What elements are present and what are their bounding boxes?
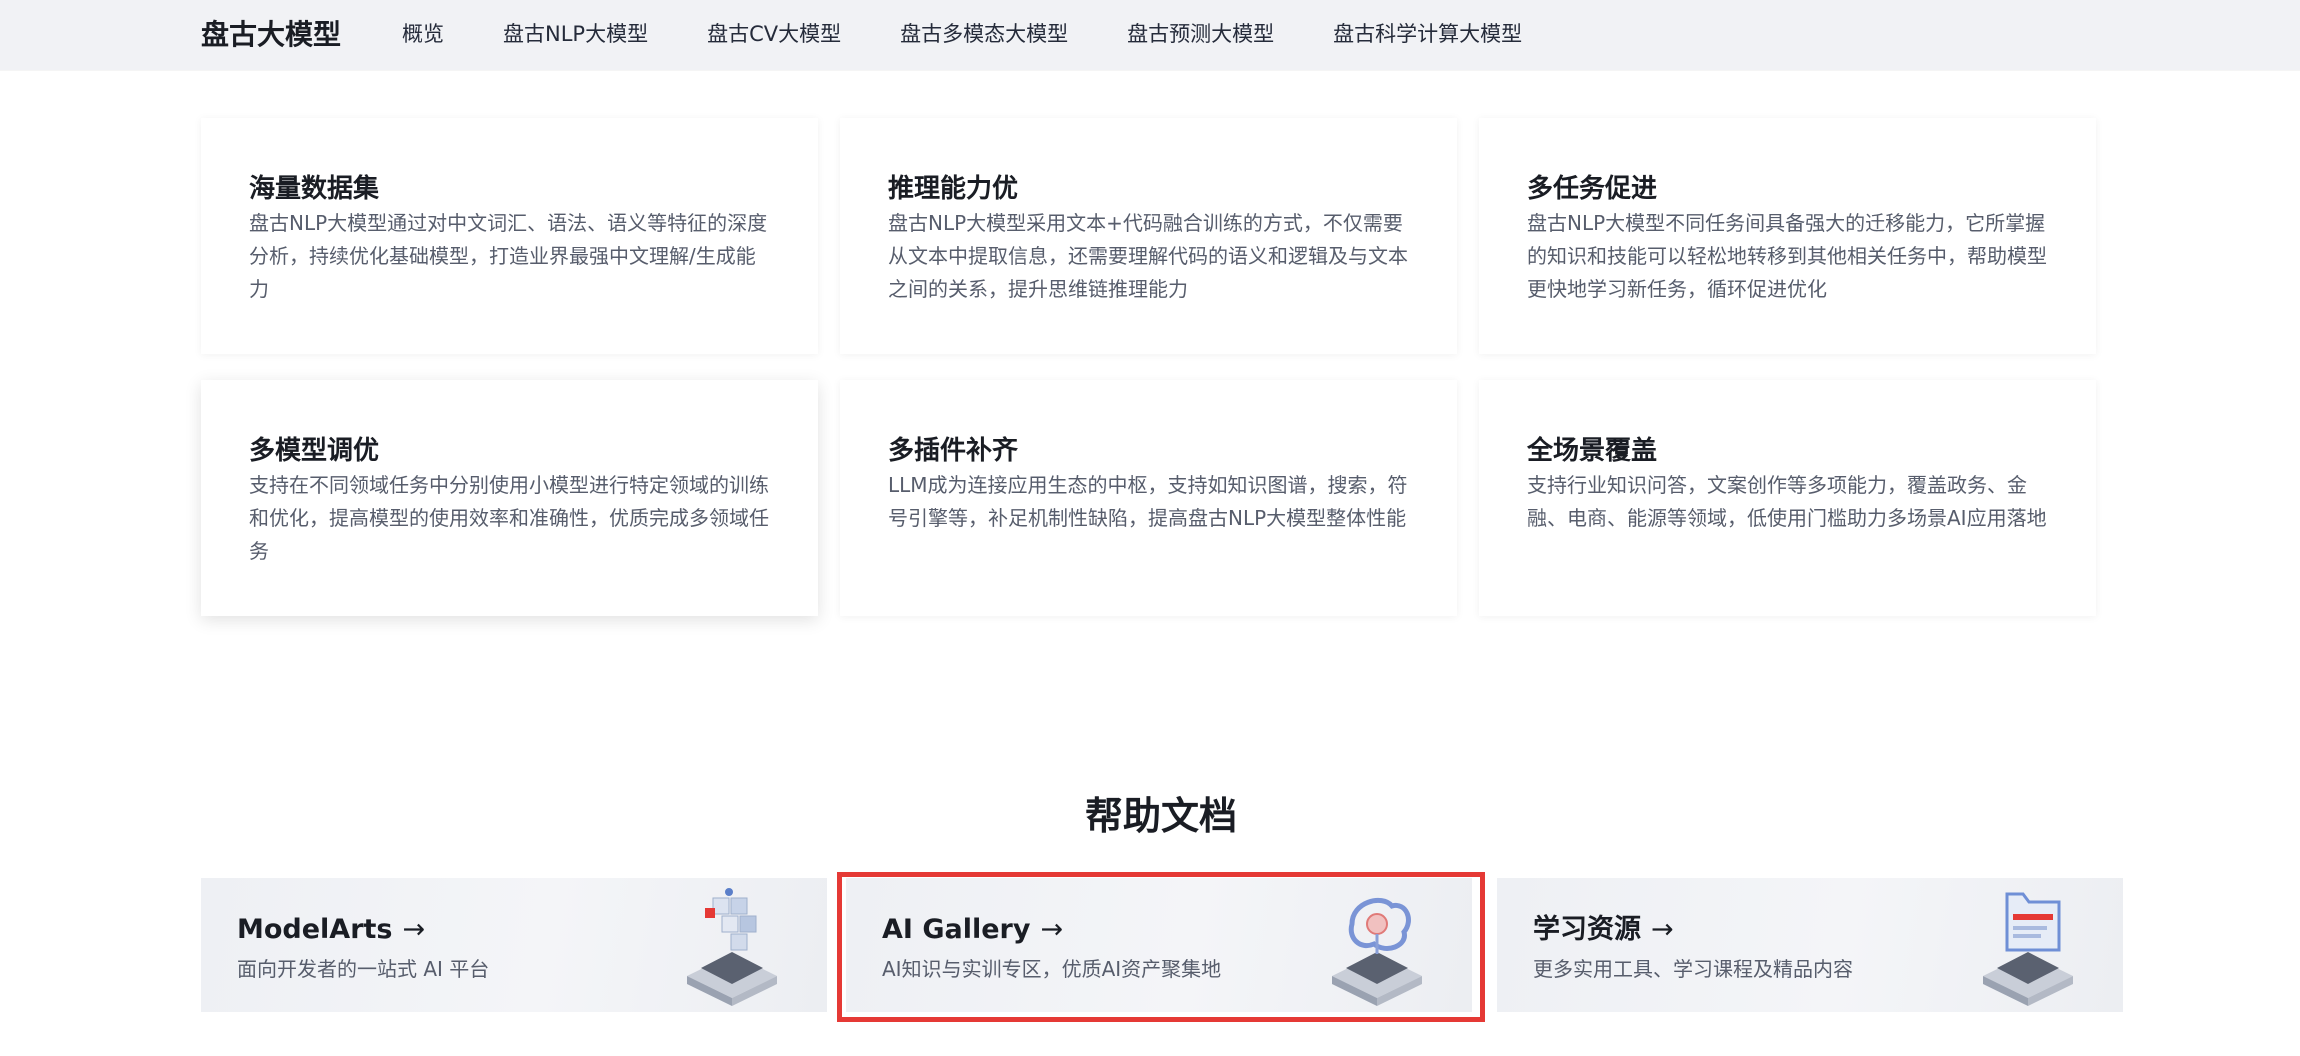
- feature-title: 海量数据集: [249, 174, 380, 204]
- help-card-learning-resources[interactable]: 学习资源 → 更多实用工具、学习课程及精品内容: [1497, 878, 2123, 1012]
- feature-description: 支持在不同领域任务中分别使用小模型进行特定领域的训练和优化，提高模型的使用效率和…: [249, 473, 769, 563]
- brand-title[interactable]: 盘古大模型: [201, 13, 341, 53]
- help-card-modelarts[interactable]: ModelArts → 面向开发者的一站式 AI 平台: [201, 878, 827, 1012]
- feature-card-plugins: 多插件补齐 LLM成为连接应用生态的中枢，支持如知识图谱，搜索，符号引擎等，补足…: [840, 380, 1457, 616]
- cube-illustration-icon: [687, 888, 777, 1006]
- feature-description: 支持行业知识问答，文案创作等多项能力，覆盖政务、金融、电商、能源等领域，低使用门…: [1527, 473, 2047, 530]
- nav-links: 概览 盘古NLP大模型 盘古CV大模型 盘古多模态大模型 盘古预测大模型 盘古科…: [402, 18, 1581, 48]
- top-navigation: 盘古大模型 概览 盘古NLP大模型 盘古CV大模型 盘古多模态大模型 盘古预测大…: [0, 0, 2300, 70]
- arrow-right-icon: →: [1651, 914, 1674, 945]
- feature-card-multitask: 多任务促进 盘古NLP大模型不同任务间具备强大的迁移能力，它所掌握的知识和技能可…: [1479, 118, 2096, 354]
- feature-card-scenarios: 全场景覆盖 支持行业知识问答，文案创作等多项能力，覆盖政务、金融、电商、能源等领…: [1479, 380, 2096, 616]
- feature-title: 多任务促进: [1527, 174, 1658, 204]
- feature-card-multimodel: 多模型调优 支持在不同领域任务中分别使用小模型进行特定领域的训练和优化，提高模型…: [201, 380, 818, 616]
- gallery-illustration-icon: [1332, 897, 1422, 1006]
- feature-card-dataset: 海量数据集 盘古NLP大模型通过对中文词汇、语法、语义等特征的深度分析，持续优化…: [201, 118, 818, 354]
- nav-link-overview[interactable]: 概览: [402, 18, 444, 48]
- feature-description: LLM成为连接应用生态的中枢，支持如知识图谱，搜索，符号引擎等，补足机制性缺陷，…: [888, 473, 1408, 530]
- nav-link-nlp[interactable]: 盘古NLP大模型: [503, 18, 648, 48]
- feature-card-reasoning: 推理能力优 盘古NLP大模型采用文本+代码融合训练的方式，不仅需要从文本中提取信…: [840, 118, 1457, 354]
- arrow-right-icon: →: [402, 914, 426, 945]
- help-card-ai-gallery[interactable]: AI Gallery → AI知识与实训专区，优质AI资产聚集地: [846, 878, 1472, 1012]
- feature-description: 盘古NLP大模型采用文本+代码融合训练的方式，不仅需要从文本中提取信息，还需要理…: [888, 211, 1408, 301]
- help-cards: ModelArts → 面向开发者的一站式 AI 平台 AI Gallery → A…: [201, 878, 2123, 1012]
- nav-link-scientific[interactable]: 盘古科学计算大模型: [1333, 18, 1522, 48]
- help-section-heading: 帮助文档: [1084, 794, 1237, 838]
- feature-grid: 海量数据集 盘古NLP大模型通过对中文词汇、语法、语义等特征的深度分析，持续优化…: [201, 118, 2097, 616]
- feature-title: 多模型调优: [249, 436, 380, 466]
- feature-title: 全场景覆盖: [1527, 436, 1658, 466]
- nav-link-multimodal[interactable]: 盘古多模态大模型: [900, 18, 1068, 48]
- arrow-right-icon: →: [1040, 914, 1064, 945]
- nav-link-forecast[interactable]: 盘古预测大模型: [1127, 18, 1274, 48]
- feature-title: 多插件补齐: [888, 436, 1019, 466]
- nav-link-cv[interactable]: 盘古CV大模型: [707, 18, 841, 48]
- feature-description: 盘古NLP大模型通过对中文词汇、语法、语义等特征的深度分析，持续优化基础模型，打…: [249, 211, 768, 301]
- feature-title: 推理能力优: [888, 174, 1019, 204]
- folder-illustration-icon: [1983, 892, 2073, 1006]
- feature-description: 盘古NLP大模型不同任务间具备强大的迁移能力，它所掌握的知识和技能可以轻松地转移…: [1527, 211, 2047, 301]
